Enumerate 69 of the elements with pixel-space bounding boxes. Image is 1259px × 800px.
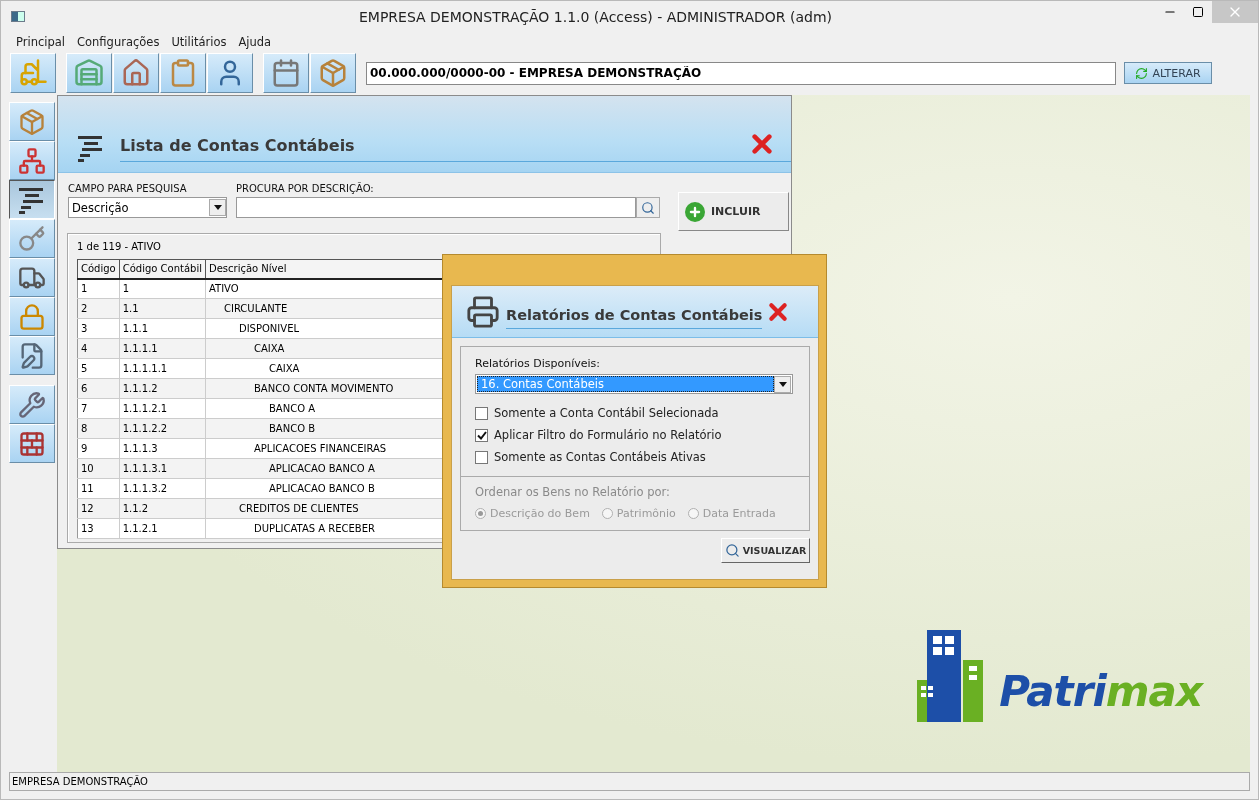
padlock-icon: [18, 302, 46, 331]
forklift-icon: [18, 58, 48, 88]
sidebar-button[interactable]: [9, 180, 55, 219]
field-label: Relatórios Disponíveis:: [475, 357, 602, 370]
field-label: CAMPO PARA PESQUISA: [68, 183, 188, 194]
table-cell: 5: [77, 358, 120, 379]
table-cell: 10: [77, 458, 120, 479]
table-cell: 7: [77, 398, 120, 419]
table-cell: 9: [77, 438, 120, 459]
company-field[interactable]: 00.000.000/0000-00 - EMPRESA DEMONSTRAÇÃO: [366, 61, 1116, 85]
wrench-icon: [18, 390, 46, 419]
search-field[interactable]: [236, 197, 636, 218]
forklift-button[interactable]: [10, 53, 56, 93]
box-button[interactable]: [310, 53, 356, 93]
close-icon[interactable]: [768, 301, 789, 322]
logo: Patrimax: [917, 630, 1202, 722]
table-cell: 8: [77, 418, 120, 439]
table-cell: 4: [77, 338, 120, 359]
house-button[interactable]: [113, 53, 159, 93]
status-bar: EMPRESA DEMONSTRAÇÃO: [9, 772, 1250, 791]
table-cell: 12: [77, 498, 120, 519]
calendar-button[interactable]: [263, 53, 309, 93]
table-cell: 1: [77, 278, 120, 299]
view-button[interactable]: VISUALIZAR: [721, 538, 810, 563]
warehouse-button[interactable]: [66, 53, 112, 93]
person-button[interactable]: [207, 53, 253, 93]
record-info: 1 de 119 - ATIVO: [77, 241, 162, 252]
org-chart-icon: [18, 146, 46, 175]
brick-wall-icon: [18, 429, 46, 458]
alter-button[interactable]: ALTERAR: [1124, 62, 1212, 84]
menu-item[interactable]: Configurações: [77, 35, 160, 49]
key-icon: [18, 224, 46, 253]
search-field-dropdown[interactable]: Descrição: [68, 197, 227, 218]
search-icon: [641, 200, 655, 215]
menu-item[interactable]: Utilitários: [171, 35, 227, 49]
maximize-icon: [1192, 6, 1204, 18]
app-icon: [11, 11, 25, 22]
plus-icon: [685, 201, 705, 222]
close-icon[interactable]: [751, 133, 773, 155]
printer-icon: [466, 294, 500, 329]
dialog-title: Relatórios de Contas Contábeis: [506, 300, 763, 329]
warehouse-icon: [74, 58, 104, 88]
window-title: EMPRESA DEMONSTRAÇÃO 1.1.0 (Access) - ADMINISTRADOR (adm): [357, 8, 833, 25]
field-label: Ordenar os Bens no Relatório por:: [475, 485, 671, 499]
menu-item[interactable]: Principal: [16, 35, 65, 49]
check-icon: [476, 430, 487, 440]
caret-icon: [778, 381, 787, 387]
table-cell: 13: [77, 518, 120, 539]
add-button[interactable]: INCLUIR: [678, 192, 789, 231]
search-button[interactable]: [636, 197, 660, 218]
checkbox-option[interactable]: Somente a Conta Contábil Selecionada: [475, 406, 795, 420]
field-label: PROCURA POR DESCRIÇÃO:: [236, 183, 375, 194]
checkbox-option[interactable]: Aplicar Filtro do Formulário no Relatório: [475, 428, 795, 442]
window-heading: Lista de Contas Contábeis: [120, 136, 791, 162]
menu-item[interactable]: Ajuda: [238, 35, 272, 49]
column-header: Código Contábil: [119, 259, 206, 279]
search-icon: [724, 543, 740, 558]
table-cell: 11: [77, 478, 120, 499]
house-icon: [121, 58, 151, 88]
table-cell: 2: [77, 298, 120, 319]
calendar-icon: [271, 58, 301, 88]
clipboard-button[interactable]: [160, 53, 206, 93]
caret-icon: [213, 205, 222, 210]
table-cell: 3: [77, 318, 120, 339]
box-icon: [18, 107, 46, 136]
column-header: Código: [77, 259, 120, 279]
box-icon: [318, 58, 348, 88]
table-cell: 6: [77, 378, 120, 399]
refresh-icon: [1135, 66, 1149, 80]
